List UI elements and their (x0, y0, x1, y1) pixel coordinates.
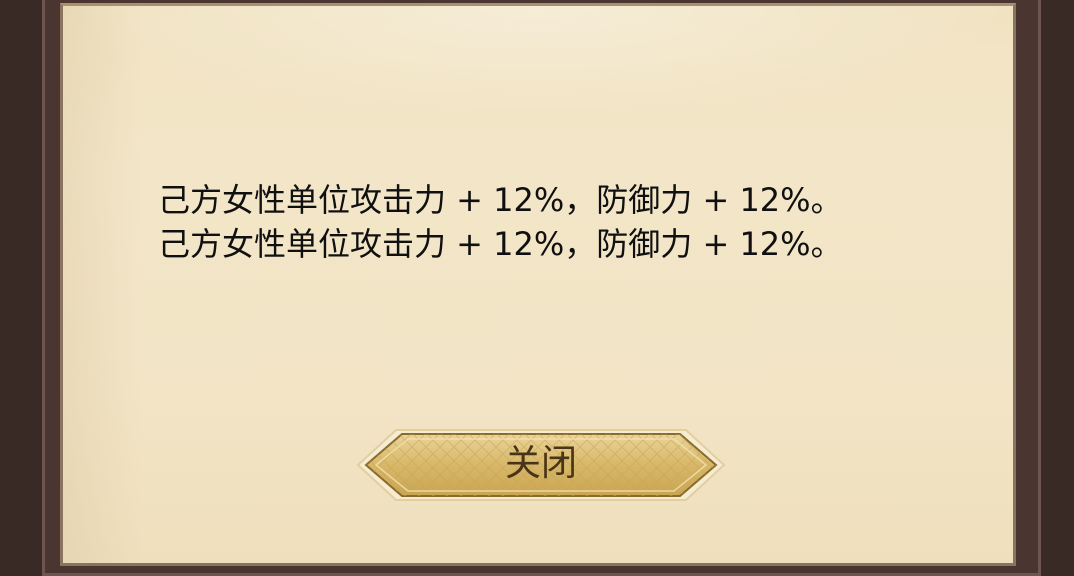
close-button[interactable]: 关闭 (356, 426, 726, 504)
description-list: 己方女性单位攻击力 + 12%，防御力 + 12%。 己方女性单位攻击力 + 1… (158, 178, 978, 266)
description-line: 己方女性单位攻击力 + 12%，防御力 + 12%。 (158, 225, 843, 263)
close-button-label: 关闭 (504, 443, 577, 484)
description-line: 己方女性单位攻击力 + 12%，防御力 + 12%。 (158, 181, 843, 219)
